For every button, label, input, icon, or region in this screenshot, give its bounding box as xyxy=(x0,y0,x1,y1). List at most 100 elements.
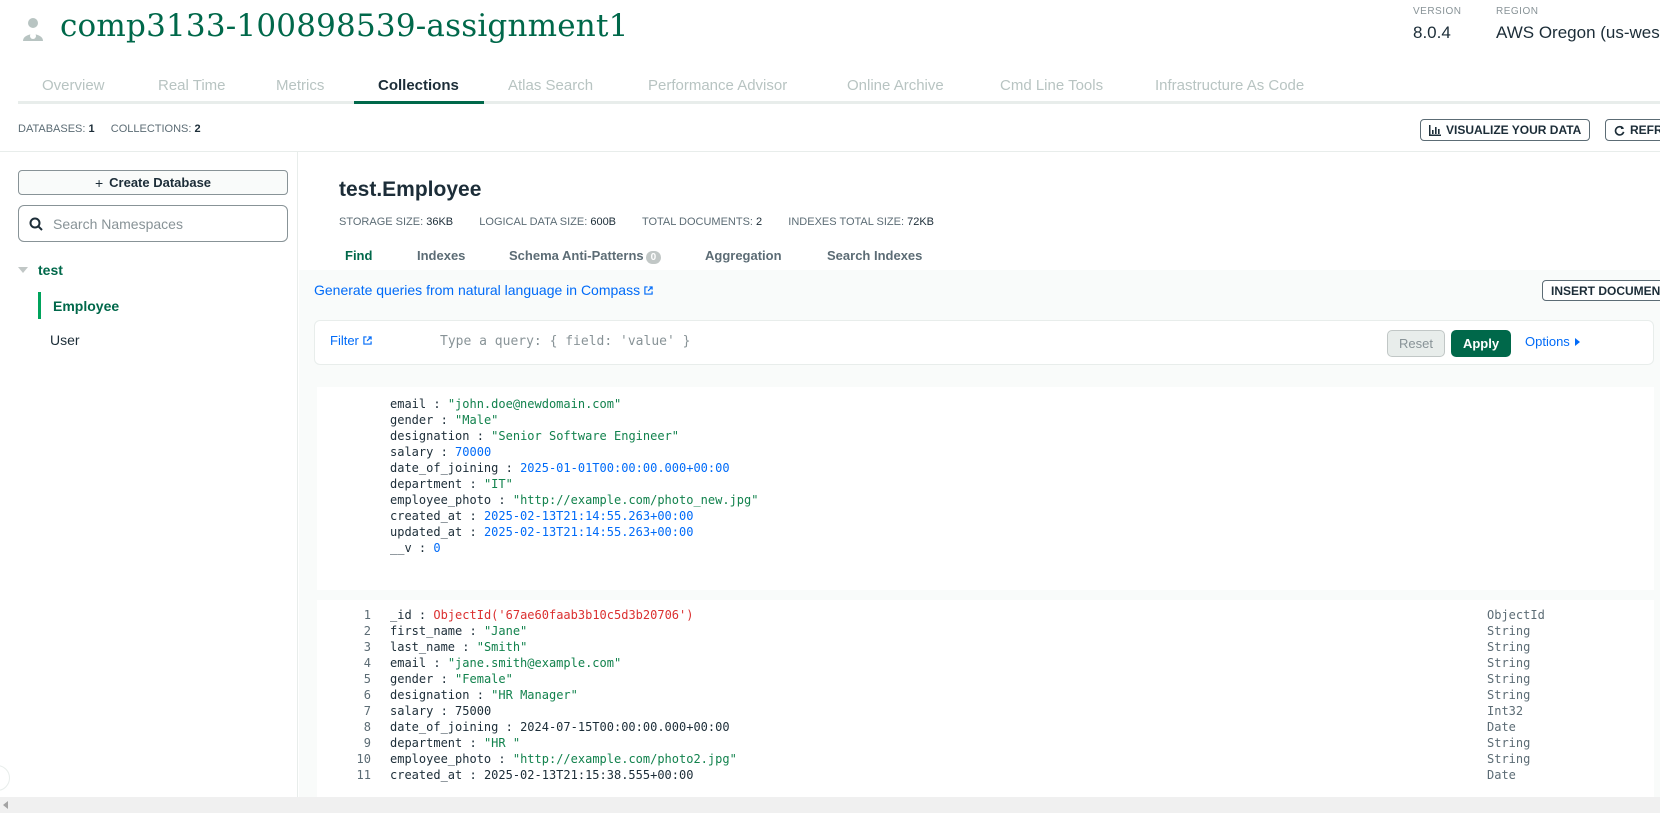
field-value[interactable]: "jane.smith@example.com" xyxy=(448,656,621,670)
filter-link[interactable]: Filter xyxy=(330,333,372,348)
field-value[interactable]: "http://example.com/photo2.jpg" xyxy=(513,752,737,766)
refresh-button[interactable]: REFRE xyxy=(1605,119,1660,141)
field-type[interactable]: String xyxy=(1487,672,1530,686)
line-number: 11 xyxy=(356,768,371,782)
field-type[interactable]: String xyxy=(1487,640,1530,654)
subtab-find[interactable]: Find xyxy=(345,248,372,263)
field-value[interactable]: "HR " xyxy=(484,736,520,750)
field-name: created_at xyxy=(390,768,463,782)
field-value[interactable]: "IT" xyxy=(484,477,513,491)
tab-metrics[interactable]: Metrics xyxy=(276,77,324,94)
document-field-row[interactable]: employee_photo : "http://example.com/pho… xyxy=(317,493,1654,510)
field-value[interactable]: 2025-02-13T21:14:55.263+00:00 xyxy=(484,509,694,523)
tab-performance-advisor[interactable]: Performance Advisor xyxy=(648,77,787,94)
field-value[interactable]: 75000 xyxy=(455,704,491,718)
tab-online-archive[interactable]: Online Archive xyxy=(847,77,944,94)
field-value[interactable]: "HR Manager" xyxy=(491,688,578,702)
create-database-button[interactable]: + Create Database xyxy=(18,170,288,195)
field-name: department xyxy=(390,736,463,750)
document-field-row[interactable]: 9 department : "HR " String xyxy=(317,736,1654,753)
field-value[interactable]: 2025-01-01T00:00:00.000+00:00 xyxy=(520,461,730,475)
field-value[interactable]: "http://example.com/photo_new.jpg" xyxy=(513,493,759,507)
subtab-aggregation[interactable]: Aggregation xyxy=(705,248,782,263)
field-key: __v : 0 xyxy=(390,541,441,555)
field-value[interactable]: 0 xyxy=(433,541,440,555)
field-key: last_name : "Smith" xyxy=(390,640,528,654)
field-type[interactable]: String xyxy=(1487,624,1530,638)
tab-overview[interactable]: Overview xyxy=(42,77,105,94)
field-value[interactable]: 70000 xyxy=(455,445,491,459)
document-field-row[interactable]: 6 designation : "HR Manager" String xyxy=(317,688,1654,705)
document-field-row[interactable]: 11 created_at : 2025-02-13T21:15:38.555+0… xyxy=(317,768,1654,785)
field-value[interactable]: "Female" xyxy=(455,672,513,686)
field-value[interactable]: 2025-02-13T21:15:38.555+00:00 xyxy=(484,768,694,782)
document-field-row[interactable]: 2 first_name : "Jane" String xyxy=(317,624,1654,641)
document-field-row[interactable]: 4 email : "jane.smith@example.com" String xyxy=(317,656,1654,673)
document-field-row[interactable]: department : "IT" xyxy=(317,477,1654,494)
insert-document-button[interactable]: INSERT DOCUMENT xyxy=(1542,280,1660,301)
tab-collections[interactable]: Collections xyxy=(378,77,459,94)
refresh-label: REFRE xyxy=(1630,123,1660,137)
collection-item-user[interactable]: User xyxy=(50,332,80,348)
field-type[interactable]: ObjectId xyxy=(1487,608,1545,622)
field-value[interactable]: ObjectId('67ae60faab3b10c5d3b20706') xyxy=(433,608,693,622)
scroll-left-arrow-icon[interactable] xyxy=(3,801,8,809)
document-field-row[interactable]: 3 last_name : "Smith" String xyxy=(317,640,1654,657)
document-field-row[interactable]: date_of_joining : 2025-01-01T00:00:00.00… xyxy=(317,461,1654,478)
document-field-row[interactable]: 5 gender : "Female" String xyxy=(317,672,1654,689)
field-value[interactable]: "Smith" xyxy=(477,640,528,654)
subtab-indexes[interactable]: Indexes xyxy=(417,248,465,263)
document-field-row[interactable]: gender : "Male" xyxy=(317,413,1654,430)
apply-button[interactable]: Apply xyxy=(1451,330,1511,357)
field-value[interactable]: "Senior Software Engineer" xyxy=(491,429,679,443)
document-field-row[interactable]: 10 employee_photo : "http://example.com/p… xyxy=(317,752,1654,769)
field-key: salary : 75000 xyxy=(390,704,492,718)
horizontal-scrollbar[interactable] xyxy=(0,797,1660,813)
field-type[interactable]: Int32 xyxy=(1487,704,1523,718)
document-field-row[interactable]: salary : 70000 xyxy=(317,445,1654,462)
query-filter-input[interactable]: Type a query: { field: 'value' } xyxy=(440,334,690,349)
reset-button[interactable]: Reset xyxy=(1387,330,1445,357)
tab-real-time[interactable]: Real Time xyxy=(158,77,226,94)
subtab-search-indexes[interactable]: Search Indexes xyxy=(827,248,922,263)
field-value[interactable]: 2024-07-15T00:00:00.000+00:00 xyxy=(520,720,730,734)
field-type[interactable]: String xyxy=(1487,752,1530,766)
field-value[interactable]: "Jane" xyxy=(484,624,527,638)
field-key: designation : "HR Manager" xyxy=(390,688,578,702)
options-toggle[interactable]: Options xyxy=(1525,334,1580,349)
field-value[interactable]: "Male" xyxy=(455,413,498,427)
field-name: salary xyxy=(390,445,434,459)
document-field-row[interactable]: updated_at : 2025-02-13T21:14:55.263+00:… xyxy=(317,525,1654,542)
field-type[interactable]: String xyxy=(1487,656,1530,670)
field-type[interactable]: String xyxy=(1487,688,1530,702)
project-title: comp3133-100898539-assignment1 xyxy=(60,8,629,44)
database-item-test[interactable]: test xyxy=(18,262,63,278)
field-type[interactable]: Date xyxy=(1487,720,1516,734)
search-icon xyxy=(29,217,43,231)
collection-item-employee[interactable]: Employee xyxy=(38,292,288,319)
visualize-data-button[interactable]: VISUALIZE YOUR DATA xyxy=(1420,119,1591,141)
search-namespaces-input[interactable]: Search Namespaces xyxy=(18,205,288,242)
tab-cmd-line-tools[interactable]: Cmd Line Tools xyxy=(1000,77,1103,94)
search-namespaces-placeholder: Search Namespaces xyxy=(53,215,183,232)
field-type[interactable]: String xyxy=(1487,736,1530,750)
document-field-row[interactable]: created_at : 2025-02-13T21:14:55.263+00:… xyxy=(317,509,1654,526)
document-field-row[interactable]: 7 salary : 75000 Int32 xyxy=(317,704,1654,721)
document-field-row[interactable]: email : "john.doe@newdomain.com" xyxy=(317,397,1654,414)
document-field-row[interactable]: 8 date_of_joining : 2024-07-15T00:00:00.0… xyxy=(317,720,1654,737)
subtab-schema-anti-patterns[interactable]: Schema Anti-Patterns 0 xyxy=(509,248,662,264)
field-key: employee_photo : "http://example.com/pho… xyxy=(390,493,759,507)
line-number: 3 xyxy=(363,640,371,654)
visualize-data-label: VISUALIZE YOUR DATA xyxy=(1446,123,1582,137)
document-field-row[interactable]: designation : "Senior Software Engineer" xyxy=(317,429,1654,446)
tab-infrastructure-as-code[interactable]: Infrastructure As Code xyxy=(1155,77,1304,94)
tab-atlas-search[interactable]: Atlas Search xyxy=(508,77,593,94)
generate-queries-link[interactable]: Generate queries from natural language i… xyxy=(314,282,653,298)
external-link-icon xyxy=(644,286,653,295)
field-value[interactable]: 2025-02-13T21:14:55.263+00:00 xyxy=(484,525,694,539)
field-key: _id : ObjectId('67ae60faab3b10c5d3b20706… xyxy=(390,608,694,622)
field-type[interactable]: Date xyxy=(1487,768,1516,782)
document-field-row[interactable]: __v : 0 xyxy=(317,541,1654,558)
document-field-row[interactable]: 1 _id : ObjectId('67ae60faab3b10c5d3b2070… xyxy=(317,608,1654,625)
field-value[interactable]: "john.doe@newdomain.com" xyxy=(448,397,621,411)
